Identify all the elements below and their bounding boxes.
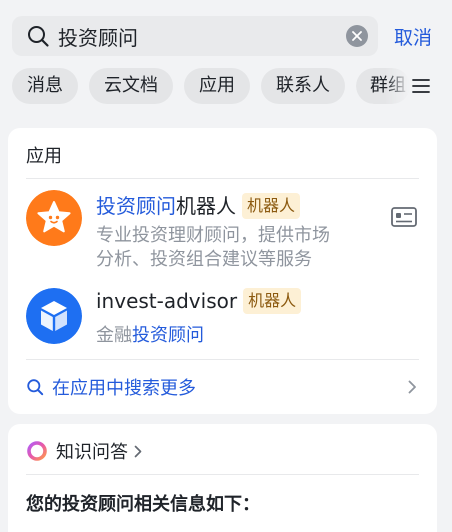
app-description-line: 分析、投资组合建议等服务 bbox=[96, 249, 312, 270]
cancel-button[interactable]: 取消 bbox=[394, 23, 432, 50]
search-more-label: 在应用中搜索更多 bbox=[52, 378, 196, 399]
search-icon bbox=[28, 26, 49, 47]
app-name-highlight: 投资顾问 bbox=[96, 194, 176, 218]
app-description-highlight: 投资顾问 bbox=[132, 325, 204, 346]
app-description: 金融投资顾问 bbox=[96, 324, 204, 348]
cube-icon bbox=[26, 288, 82, 344]
chip-messages[interactable]: 消息 bbox=[12, 68, 78, 104]
clear-button[interactable] bbox=[346, 25, 368, 47]
search-input[interactable] bbox=[58, 21, 346, 51]
knowledge-qa-title: 知识问答 bbox=[56, 442, 128, 463]
menu-icon[interactable] bbox=[412, 78, 430, 94]
search-icon bbox=[27, 379, 44, 396]
knowledge-qa-card: 知识问答 您的投资顾问相关信息如下： bbox=[8, 424, 437, 532]
chip-apps[interactable]: 应用 bbox=[184, 68, 250, 104]
ring-logo-icon bbox=[27, 441, 47, 461]
filter-chips: 消息 云文档 应用 联系人 群组 bbox=[12, 68, 452, 104]
bot-badge: 机器人 bbox=[243, 288, 302, 314]
chip-groups[interactable]: 群组 bbox=[356, 68, 410, 104]
app-item-invest-bot[interactable]: 投资顾问机器人 机器人 专业投资理财顾问，提供市场 分析、投资组合建议等服务 bbox=[26, 188, 419, 278]
chip-docs[interactable]: 云文档 bbox=[89, 68, 173, 104]
app-item-invest-advisor[interactable]: invest-advisor 机器人 金融投资顾问 bbox=[26, 288, 419, 352]
app-name-rest: 机器人 bbox=[176, 194, 236, 218]
divider bbox=[26, 178, 419, 179]
search-box[interactable] bbox=[12, 16, 378, 56]
app-name: 投资顾问机器人 机器人 bbox=[96, 190, 301, 219]
star-face-icon bbox=[26, 190, 82, 246]
chip-contacts[interactable]: 联系人 bbox=[261, 68, 345, 104]
knowledge-qa-header[interactable]: 知识问答 bbox=[26, 438, 142, 464]
app-description-prefix: 金融 bbox=[96, 325, 132, 346]
search-more-in-apps[interactable]: 在应用中搜索更多 bbox=[26, 374, 419, 400]
app-name: invest-advisor 机器人 bbox=[96, 288, 302, 314]
apps-card: 应用 投资顾问机器人 机器人 专业投资理财顾问，提供市场 分析、投资组合建议等服务 bbox=[8, 128, 437, 414]
search-bar: 取消 bbox=[12, 16, 440, 56]
bot-badge: 机器人 bbox=[242, 193, 301, 219]
app-name-rest: invest-advisor bbox=[96, 289, 238, 313]
divider bbox=[26, 359, 419, 360]
clear-icon bbox=[352, 31, 362, 41]
chevron-right-icon bbox=[408, 380, 416, 394]
app-description-line: 专业投资理财顾问，提供市场 bbox=[96, 225, 330, 246]
contact-card-icon[interactable] bbox=[391, 207, 417, 227]
divider bbox=[26, 474, 419, 475]
knowledge-qa-answer: 您的投资顾问相关信息如下： bbox=[26, 494, 260, 515]
section-title: 应用 bbox=[26, 146, 62, 167]
chevron-right-icon bbox=[134, 445, 142, 457]
app-description: 专业投资理财顾问，提供市场 分析、投资组合建议等服务 bbox=[96, 224, 330, 272]
